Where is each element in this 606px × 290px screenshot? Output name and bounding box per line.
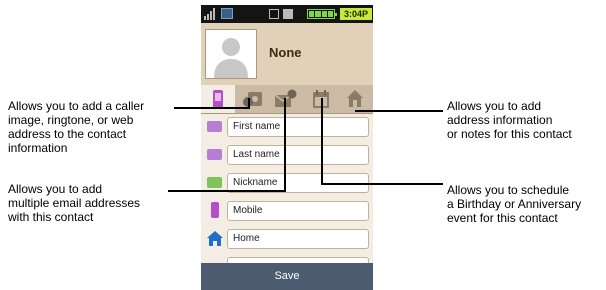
status-time: 3:04P [340, 8, 372, 20]
mobile-field[interactable]: Mobile [227, 201, 369, 221]
contact-photo[interactable] [205, 29, 257, 79]
email-icon [275, 89, 297, 107]
signal-icon [204, 8, 215, 20]
contact-tabs [201, 85, 373, 114]
tab-events[interactable] [303, 85, 337, 113]
save-button[interactable]: Save [201, 263, 373, 290]
home-row: Home [201, 225, 373, 253]
home-icon [347, 90, 363, 107]
leader-line-email-v [284, 98, 286, 192]
callout-caller-image: Allows you to add a caller image, ringto… [8, 99, 145, 155]
message-icon [221, 8, 233, 19]
leader-line-caller-image [174, 107, 250, 109]
lock-icon [283, 9, 293, 19]
next-row-partial [201, 253, 373, 269]
leader-line-address [355, 110, 443, 112]
nickname-card-icon [207, 177, 222, 188]
leader-line-email [168, 190, 286, 192]
leader-line-caller-image-v [248, 98, 250, 109]
phone-icon [213, 90, 223, 108]
phone-screen: 3:04P None First name Last name Nickname… [201, 5, 373, 290]
status-bar: 3:04P [201, 5, 373, 23]
leader-line-events [321, 183, 443, 185]
home-icon [207, 231, 223, 246]
last-name-field[interactable]: Last name [227, 145, 369, 165]
leader-line-events-v [321, 98, 323, 185]
home-field[interactable]: Home [227, 229, 369, 249]
camera-ringtone-icon [243, 92, 262, 107]
first-name-row: First name [201, 113, 373, 141]
callout-address: Allows you to add address information or… [447, 99, 572, 141]
battery-icon [307, 9, 337, 19]
contact-header: None [201, 23, 373, 85]
name-card-icon [207, 149, 222, 160]
callout-events: Allows you to schedule a Birthday or Ann… [447, 183, 582, 225]
tab-address-notes[interactable] [337, 85, 371, 113]
mobile-phone-icon [211, 202, 219, 218]
sd-card-icon [269, 9, 279, 19]
name-card-icon [207, 121, 222, 132]
person-silhouette-icon [214, 38, 248, 78]
first-name-field[interactable]: First name [227, 117, 369, 137]
tab-email-addresses[interactable] [269, 85, 303, 113]
contact-name: None [269, 45, 302, 60]
last-name-row: Last name [201, 141, 373, 169]
callout-email: Allows you to add multiple email address… [8, 182, 141, 224]
mobile-row: Mobile [201, 197, 373, 225]
